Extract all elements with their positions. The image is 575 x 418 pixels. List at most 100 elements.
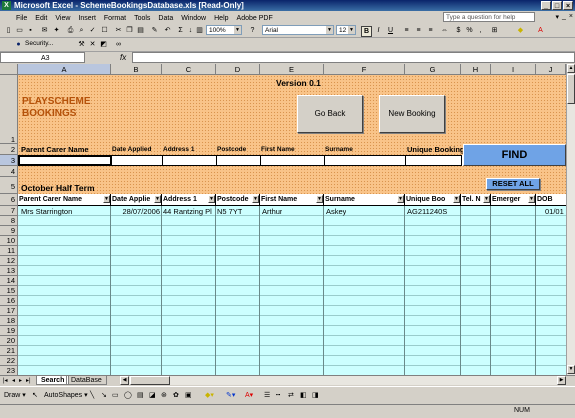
security-icon[interactable]: ● [14,40,23,49]
filter-header-address[interactable]: Address 1 ▼ [162,194,216,205]
open-icon[interactable]: ▭ [15,26,24,35]
rectangle-icon[interactable]: ▭ [112,391,119,399]
autosum-icon[interactable]: Σ [176,26,185,35]
3d-style-icon[interactable]: ◨ [312,391,319,399]
email-icon[interactable]: ✉ [40,26,49,35]
column-header-j[interactable]: J [536,64,566,75]
fill-color-draw-icon[interactable]: ◆▾ [205,391,214,399]
currency-icon[interactable]: $ [454,26,463,35]
row-header-19[interactable]: 19 [0,326,18,336]
cell-date[interactable]: 28/07/2006 [112,207,160,216]
search-input-firstname[interactable] [260,155,325,166]
column-header-a[interactable]: A [18,64,111,75]
column-header-g[interactable]: G [405,64,461,75]
underline-button[interactable]: U [386,26,395,35]
new-icon[interactable]: ▯ [4,26,13,35]
tab-database[interactable]: DataBase [66,376,107,385]
row-header-7[interactable]: 7 [0,206,18,216]
column-header-d[interactable]: D [216,64,260,75]
go-back-button[interactable]: Go Back [297,95,363,133]
cell-address[interactable]: 44 Rantzing Pl [163,207,217,216]
last-sheet-icon[interactable]: ▸| [26,377,31,386]
line-style-icon[interactable]: ☰ [264,391,270,399]
row-header-14[interactable]: 14 [0,276,18,286]
cell-dob[interactable]: 01/01 [545,207,564,216]
prev-sheet-icon[interactable]: ◂ [12,377,15,386]
row-header-9[interactable]: 9 [0,226,18,236]
reset-all-button[interactable]: RESET ALL [486,178,540,190]
percent-icon[interactable]: % [465,26,474,35]
filter-header-dob[interactable]: DOB [536,194,566,205]
help-icon[interactable]: ? [248,26,257,35]
row-header-11[interactable]: 11 [0,246,18,256]
horizontal-scrollbar[interactable]: ◀ ▶ [120,376,566,385]
row-header-17[interactable]: 17 [0,306,18,316]
draw-menu[interactable]: Draw ▾ [4,391,26,399]
row-header-1[interactable]: 1 [0,75,18,144]
filter-header-postcode[interactable]: Postcode ▼ [216,194,260,205]
chart-wizard-icon[interactable]: ▥ [195,26,204,35]
paste-icon[interactable]: ▤ [136,26,145,35]
row-header-10[interactable]: 10 [0,236,18,246]
font-size-select[interactable]: 12 ▼ [336,25,356,35]
row-header-16[interactable]: 16 [0,296,18,306]
help-search-input[interactable]: Type a question for help [443,12,535,22]
dropdown-arrow-icon[interactable]: ▼ [483,195,490,203]
scroll-up-icon[interactable]: ▲ [567,64,575,73]
row-header-2[interactable]: 2 [0,144,18,155]
column-header-i[interactable]: I [491,64,536,75]
cell-surname[interactable]: Askey [326,207,346,216]
line-color-icon[interactable]: ✎▾ [226,391,235,399]
row-header-8[interactable]: 8 [0,216,18,226]
arrow-style-icon[interactable]: ⇄ [288,391,294,399]
design-mode-icon[interactable]: ✕ [88,40,97,49]
search-input-surname[interactable] [324,155,406,166]
italic-button[interactable]: I [374,26,383,35]
print-preview-icon[interactable]: ⌕ [77,26,86,35]
dropdown-arrow-icon[interactable]: ▼ [154,195,161,203]
oval-icon[interactable]: ◯ [124,391,132,399]
scroll-right-icon[interactable]: ▶ [557,376,566,385]
row-header-23[interactable]: 23 [0,366,18,375]
dropdown-arrow-icon[interactable]: ▼ [316,195,323,203]
row-header-22[interactable]: 22 [0,356,18,366]
wordart-icon[interactable]: ◪ [149,391,156,399]
font-color-icon[interactable]: A [536,26,545,35]
format-painter-icon[interactable]: ✎ [150,26,159,35]
picture-icon[interactable]: ▣ [185,391,192,399]
visual-basic-icon[interactable]: ◩ [99,40,108,49]
row-header-5[interactable]: 5 [0,177,18,194]
doc-close-button[interactable]: × [569,13,573,21]
row-header-13[interactable]: 13 [0,266,18,276]
new-booking-button[interactable]: New Booking [379,95,445,133]
help-dropdown-icon[interactable]: ▾ [555,13,559,21]
minimize-button[interactable]: _ [541,1,551,10]
font-color-draw-icon[interactable]: A▾ [245,391,253,399]
search-input-address[interactable] [162,155,217,166]
filter-header-booking[interactable]: Unique Boo ▼ [405,194,461,205]
tab-search[interactable]: Search [36,376,70,385]
column-header-h[interactable]: H [461,64,491,75]
row-header-3[interactable]: 3 [0,155,18,166]
vertical-scroll-thumb[interactable] [567,74,575,104]
align-left-icon[interactable]: ≡ [402,26,411,35]
bold-button[interactable]: B [361,26,372,37]
horizontal-scroll-thumb[interactable] [130,376,170,385]
row-header-20[interactable]: 20 [0,336,18,346]
excel-app-icon[interactable]: X [2,1,11,10]
maximize-button[interactable]: □ [552,1,562,10]
formula-input[interactable] [132,52,575,63]
filter-header-firstname[interactable]: First Name ▼ [260,194,324,205]
worksheet-grid[interactable]: A B C D E F G H I J 1 2 3 4 5 6 7 8 9 10 11 1… [0,64,566,375]
cell-booking[interactable]: AG211240S [407,207,447,216]
textbox-icon[interactable]: ▤ [137,391,144,399]
row-header-12[interactable]: 12 [0,256,18,266]
dash-style-icon[interactable]: ┅ [276,391,280,399]
column-header-e[interactable]: E [260,64,324,75]
merge-center-icon[interactable]: ⇔ [440,26,449,35]
fill-color-icon[interactable]: ◆ [516,26,525,35]
name-box[interactable]: A3 [0,52,85,63]
column-header-b[interactable]: B [111,64,162,75]
search-input-date[interactable] [111,155,163,166]
select-all-corner[interactable] [0,64,18,75]
